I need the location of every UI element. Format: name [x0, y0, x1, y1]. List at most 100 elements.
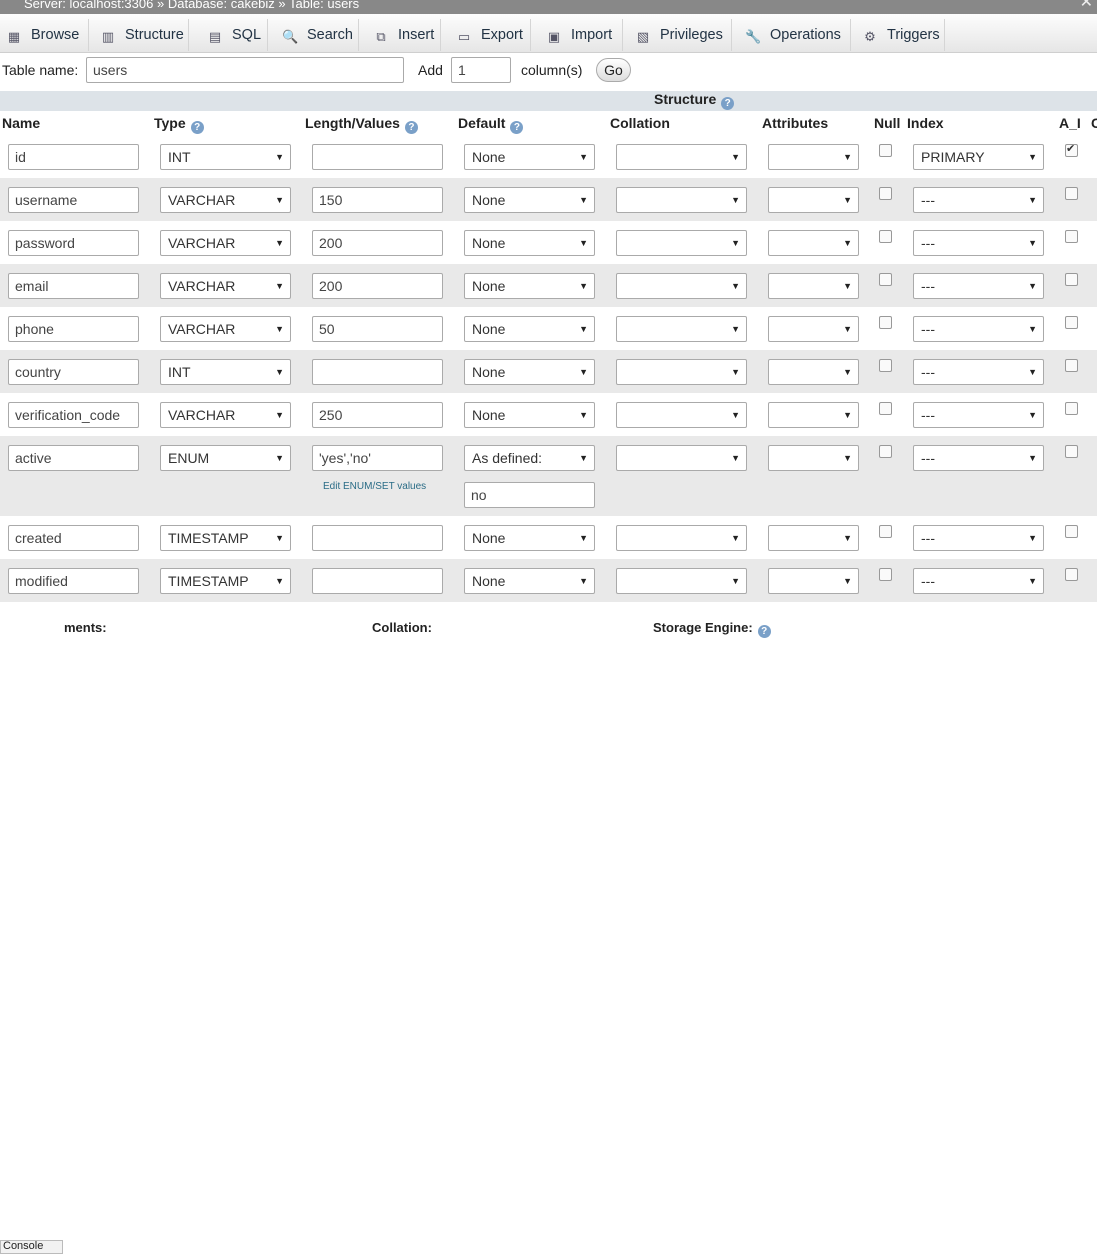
tab-privileges[interactable]: ▧ Privileges: [635, 19, 732, 51]
null-checkbox[interactable]: [879, 359, 892, 372]
field-name-input[interactable]: [8, 187, 139, 213]
length-input[interactable]: [312, 359, 443, 385]
index-select[interactable]: --- ▼: [913, 187, 1044, 213]
add-columns-input[interactable]: [451, 57, 511, 83]
type-select[interactable]: VARCHAR ▼: [160, 230, 291, 256]
type-select[interactable]: VARCHAR ▼: [160, 187, 291, 213]
edit-enum-link[interactable]: Edit ENUM/SET values: [323, 481, 426, 492]
help-icon[interactable]: ?: [190, 121, 204, 134]
auto-increment-checkbox[interactable]: [1065, 568, 1078, 581]
tab-export[interactable]: ▭ Export: [456, 19, 531, 51]
tab-structure[interactable]: ▥ Structure: [100, 19, 189, 51]
default-select[interactable]: None ▼: [464, 230, 595, 256]
null-checkbox[interactable]: [879, 316, 892, 329]
default-select[interactable]: None ▼: [464, 402, 595, 428]
auto-increment-checkbox[interactable]: [1065, 230, 1078, 243]
auto-increment-checkbox[interactable]: [1065, 402, 1078, 415]
collation-select[interactable]: ▼: [616, 316, 747, 342]
collation-select[interactable]: ▼: [616, 230, 747, 256]
null-checkbox[interactable]: [879, 402, 892, 415]
default-value-input[interactable]: [464, 482, 595, 508]
field-name-input[interactable]: [8, 273, 139, 299]
index-select[interactable]: --- ▼: [913, 359, 1044, 385]
console-toggle[interactable]: Console: [0, 1240, 63, 1254]
null-checkbox[interactable]: [879, 525, 892, 538]
type-select[interactable]: TIMESTAMP ▼: [160, 525, 291, 551]
help-icon[interactable]: ?: [510, 121, 524, 134]
auto-increment-checkbox[interactable]: [1065, 359, 1078, 372]
length-input[interactable]: [312, 187, 443, 213]
type-select[interactable]: VARCHAR ▼: [160, 316, 291, 342]
table-name-input[interactable]: [86, 57, 404, 83]
collation-select[interactable]: ▼: [616, 273, 747, 299]
attributes-select[interactable]: ▼: [768, 230, 859, 256]
field-name-input[interactable]: [8, 445, 139, 471]
null-checkbox[interactable]: [879, 187, 892, 200]
type-select[interactable]: VARCHAR ▼: [160, 402, 291, 428]
default-select[interactable]: None ▼: [464, 359, 595, 385]
default-select[interactable]: None ▼: [464, 568, 595, 594]
tab-import[interactable]: ▣ Import: [546, 19, 623, 51]
default-select[interactable]: As defined: ▼: [464, 445, 595, 471]
null-checkbox[interactable]: [879, 273, 892, 286]
auto-increment-checkbox[interactable]: [1065, 525, 1078, 538]
index-select[interactable]: --- ▼: [913, 525, 1044, 551]
attributes-select[interactable]: ▼: [768, 316, 859, 342]
tab-triggers[interactable]: ⚙ Triggers: [862, 19, 945, 51]
length-input[interactable]: [312, 144, 443, 170]
default-select[interactable]: None ▼: [464, 316, 595, 342]
close-icon[interactable]: ✕: [1080, 0, 1093, 11]
collation-select[interactable]: ▼: [616, 402, 747, 428]
auto-increment-checkbox[interactable]: [1065, 187, 1078, 200]
default-select[interactable]: None ▼: [464, 144, 595, 170]
index-select[interactable]: --- ▼: [913, 273, 1044, 299]
field-name-input[interactable]: [8, 230, 139, 256]
attributes-select[interactable]: ▼: [768, 187, 859, 213]
type-select[interactable]: ENUM ▼: [160, 445, 291, 471]
attributes-select[interactable]: ▼: [768, 525, 859, 551]
length-input[interactable]: [312, 568, 443, 594]
tab-operations[interactable]: 🔧 Operations: [745, 19, 851, 51]
null-checkbox[interactable]: [879, 568, 892, 581]
default-select[interactable]: None ▼: [464, 273, 595, 299]
type-select[interactable]: INT ▼: [160, 359, 291, 385]
attributes-select[interactable]: ▼: [768, 144, 859, 170]
tab-insert[interactable]: ⧉ Insert: [373, 19, 441, 51]
auto-increment-checkbox[interactable]: [1065, 445, 1078, 458]
breadcrumb-server[interactable]: Server: localhost:3306: [24, 0, 153, 11]
null-checkbox[interactable]: [879, 445, 892, 458]
index-select[interactable]: --- ▼: [913, 230, 1044, 256]
collation-select[interactable]: ▼: [616, 525, 747, 551]
default-select[interactable]: None ▼: [464, 187, 595, 213]
type-select[interactable]: INT ▼: [160, 144, 291, 170]
type-select[interactable]: VARCHAR ▼: [160, 273, 291, 299]
index-select[interactable]: --- ▼: [913, 316, 1044, 342]
tab-search[interactable]: 🔍 Search: [282, 19, 359, 51]
collation-select[interactable]: ▼: [616, 187, 747, 213]
help-icon[interactable]: ?: [404, 121, 418, 134]
length-input[interactable]: [312, 445, 443, 471]
default-select[interactable]: None ▼: [464, 525, 595, 551]
index-select[interactable]: --- ▼: [913, 445, 1044, 471]
index-select[interactable]: --- ▼: [913, 402, 1044, 428]
attributes-select[interactable]: ▼: [768, 402, 859, 428]
attributes-select[interactable]: ▼: [768, 445, 859, 471]
field-name-input[interactable]: [8, 359, 139, 385]
field-name-input[interactable]: [8, 402, 139, 428]
attributes-select[interactable]: ▼: [768, 568, 859, 594]
help-icon[interactable]: ?: [721, 97, 735, 110]
null-checkbox[interactable]: [879, 144, 892, 157]
auto-increment-checkbox[interactable]: [1065, 142, 1078, 157]
length-input[interactable]: [312, 402, 443, 428]
type-select[interactable]: TIMESTAMP ▼: [160, 568, 291, 594]
collation-select[interactable]: ▼: [616, 144, 747, 170]
length-input[interactable]: [312, 273, 443, 299]
attributes-select[interactable]: ▼: [768, 273, 859, 299]
length-input[interactable]: [312, 525, 443, 551]
collation-select[interactable]: ▼: [616, 445, 747, 471]
tab-sql[interactable]: ▤ SQL: [207, 19, 268, 51]
auto-increment-checkbox[interactable]: [1065, 316, 1078, 329]
null-checkbox[interactable]: [879, 230, 892, 243]
breadcrumb-table[interactable]: Table: users: [289, 0, 359, 11]
length-input[interactable]: [312, 316, 443, 342]
